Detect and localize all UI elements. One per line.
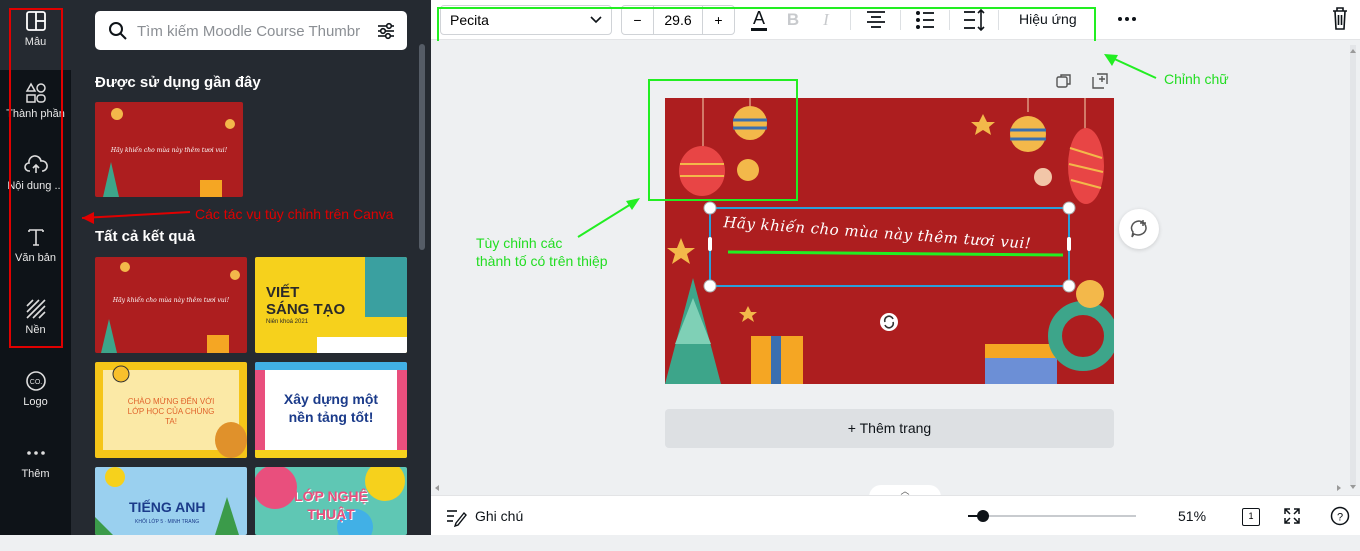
annotation-toolbar-text: Chỉnh chữ xyxy=(1164,71,1229,87)
annotation-arrows xyxy=(81,54,1157,238)
annotation-canvas-text-1: Tùy chỉnh các xyxy=(476,235,563,251)
annotation-canvas-text-2: thành tố có trên thiệp xyxy=(476,253,608,269)
annotation-left-text: Các tác vụ tùy chỉnh trên Canva xyxy=(195,206,394,222)
